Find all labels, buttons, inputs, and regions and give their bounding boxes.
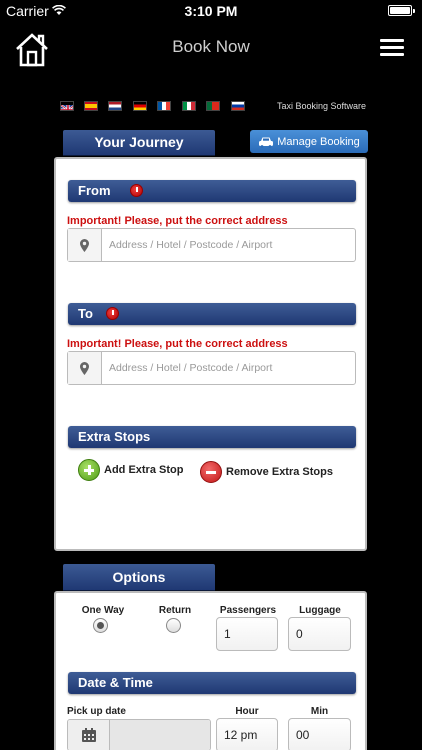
pickup-date-field[interactable]	[67, 719, 211, 750]
germany-flag-icon[interactable]	[133, 101, 147, 111]
navigation-bar: Book Now	[0, 22, 422, 74]
battery-icon	[388, 5, 415, 16]
hamburger-menu-icon[interactable]	[380, 39, 404, 57]
one-way-label: One Way	[81, 605, 125, 616]
passengers-input[interactable]: 1	[216, 617, 278, 651]
passengers-label: Passengers	[219, 605, 277, 616]
plus-icon	[78, 459, 100, 481]
remove-extra-stops-label: Remove Extra Stops	[226, 466, 333, 478]
portugal-flag-icon[interactable]	[206, 101, 220, 111]
pickup-date-value[interactable]	[110, 720, 210, 750]
to-label: To	[78, 306, 93, 321]
date-time-header: Date & Time	[68, 672, 356, 694]
clock: 3:10 PM	[184, 3, 238, 19]
luggage-label: Luggage	[299, 605, 341, 616]
tagline: Taxi Booking Software	[276, 101, 366, 111]
return-label: Return	[158, 605, 192, 616]
from-header: From	[68, 180, 356, 202]
manage-booking-button[interactable]: Manage Booking	[250, 130, 368, 153]
to-address-field	[67, 351, 356, 385]
date-time-label: Date & Time	[78, 675, 153, 690]
france-flag-icon[interactable]	[157, 101, 171, 111]
luggage-input[interactable]: 0	[288, 617, 351, 651]
spain-flag-icon[interactable]	[84, 101, 98, 111]
options-panel: One Way Return Passengers 1 Luggage 0 Da…	[54, 591, 367, 750]
to-header: To	[68, 303, 356, 325]
from-address-field	[67, 228, 356, 262]
tab-your-journey[interactable]: Your Journey	[63, 130, 215, 155]
minus-icon	[200, 461, 222, 483]
uk-flag-icon[interactable]	[60, 101, 74, 111]
required-icon	[130, 184, 143, 197]
hour-input[interactable]: 12 pm	[216, 718, 278, 750]
min-label: Min	[310, 706, 329, 717]
hour-label: Hour	[235, 706, 259, 717]
extra-stops-header: Extra Stops	[68, 426, 356, 448]
location-pin-icon[interactable]	[68, 352, 102, 384]
min-input[interactable]: 00	[288, 718, 351, 750]
remove-extra-stops-button[interactable]: Remove Extra Stops	[200, 461, 333, 483]
add-extra-stop-label: Add Extra Stop	[104, 464, 184, 476]
taxi-icon	[259, 137, 274, 148]
one-way-radio[interactable]	[93, 618, 108, 633]
location-pin-icon[interactable]	[68, 229, 102, 261]
return-radio[interactable]	[166, 618, 181, 633]
netherlands-flag-icon[interactable]	[108, 101, 122, 111]
journey-panel: From Important! Please, put the correct …	[54, 157, 367, 551]
pickup-date-label: Pick up date	[67, 706, 126, 717]
page-title: Book Now	[172, 37, 250, 56]
to-address-input[interactable]	[102, 352, 355, 384]
from-warning: Important! Please, put the correct addre…	[67, 215, 288, 227]
calendar-icon[interactable]	[68, 720, 110, 750]
italy-flag-icon[interactable]	[182, 101, 196, 111]
from-label: From	[78, 183, 111, 198]
manage-booking-label: Manage Booking	[277, 135, 360, 148]
to-warning: Important! Please, put the correct addre…	[67, 338, 288, 350]
russia-flag-icon[interactable]	[231, 101, 245, 111]
from-address-input[interactable]	[102, 229, 355, 261]
tab-options[interactable]: Options	[63, 564, 215, 590]
required-icon	[106, 307, 119, 320]
add-extra-stop-button[interactable]: Add Extra Stop	[78, 459, 183, 481]
status-bar: Carrier 3:10 PM	[0, 0, 422, 22]
extra-stops-label: Extra Stops	[78, 429, 151, 444]
